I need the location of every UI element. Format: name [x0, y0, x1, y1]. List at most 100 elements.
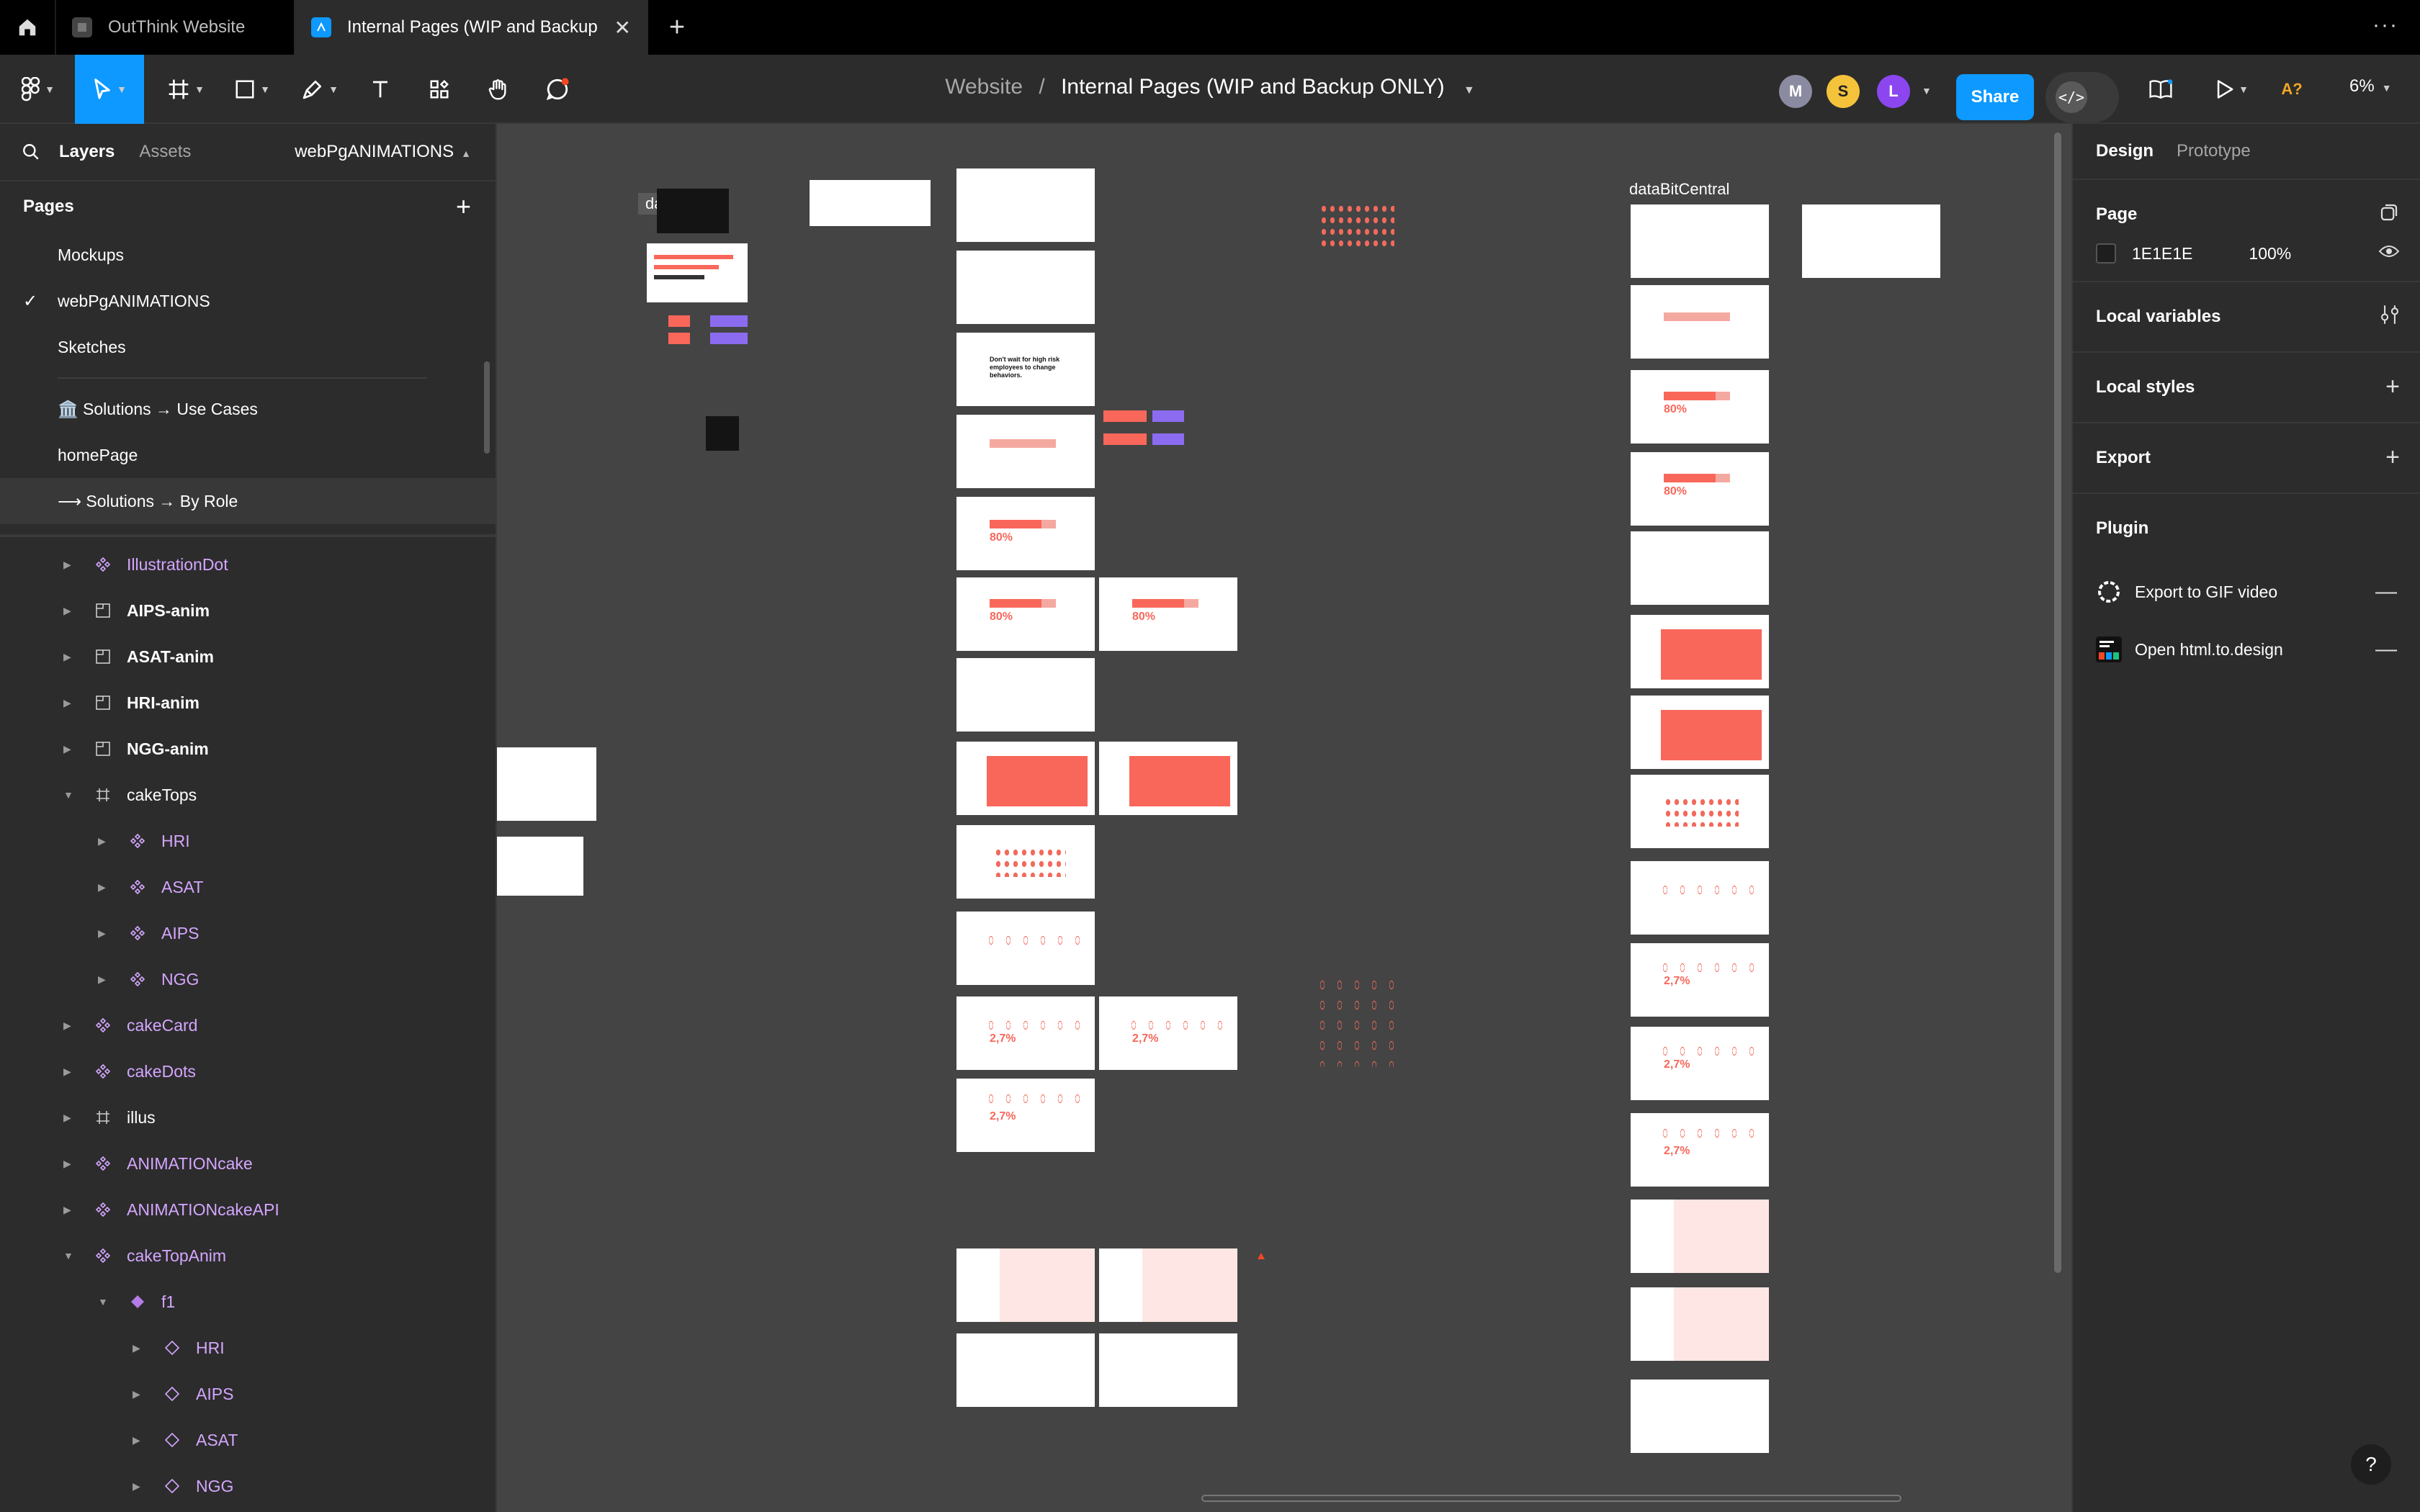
add-export-button[interactable]: + — [2385, 444, 2400, 472]
layer-row[interactable]: ▶ HRI — [0, 818, 496, 864]
dot-grid[interactable] — [1319, 203, 1394, 251]
layer-row[interactable]: ▶ ANIMATIONcakeAPI — [0, 1187, 496, 1233]
artboard[interactable] — [668, 315, 690, 327]
layer-row[interactable]: ▶ AIPS-anim — [0, 588, 496, 634]
artboard-dots[interactable] — [956, 825, 1095, 899]
artboard-people[interactable]: 2,7% — [1631, 943, 1769, 1017]
caret-right-icon[interactable]: ▶ — [63, 1204, 71, 1216]
tab-layers[interactable]: Layers — [59, 142, 115, 162]
marker-icon[interactable] — [1258, 1253, 1265, 1259]
artboard[interactable] — [706, 416, 739, 451]
page-item[interactable]: ⟶ Solutions → By Role — [0, 478, 496, 524]
artboard-stat[interactable]: 80% — [1099, 577, 1237, 651]
artboard-data-dark[interactable] — [657, 189, 729, 233]
breadcrumb-project[interactable]: Website — [945, 75, 1023, 99]
avatar-s[interactable]: S — [1827, 75, 1860, 108]
caret-right-icon[interactable]: ▶ — [63, 1066, 71, 1078]
layer-row[interactable]: ▶ cakeDots — [0, 1048, 496, 1094]
artboard[interactable] — [1631, 204, 1769, 278]
page-fill-row[interactable]: 1E1E1E 100% — [2096, 235, 2400, 281]
caret-right-icon[interactable]: ▶ — [133, 1342, 140, 1354]
caret-right-icon[interactable]: ▶ — [133, 1480, 140, 1493]
people-grid[interactable] — [1314, 975, 1399, 1067]
bar-sample[interactable] — [1103, 410, 1147, 422]
avatar-m[interactable]: M — [1779, 75, 1812, 108]
frame-label-databitcentral[interactable]: dataBitCentral — [1629, 180, 1729, 199]
caret-right-icon[interactable]: ▶ — [63, 651, 71, 663]
artboard-coral-block[interactable] — [1099, 742, 1237, 815]
chevron-down-icon[interactable]: ▼ — [1922, 85, 1932, 96]
artboard-people[interactable]: 2,7% — [956, 996, 1095, 1070]
artboard[interactable] — [1631, 1287, 1769, 1361]
remove-plugin-button[interactable]: — — [2375, 637, 2397, 662]
home-button[interactable] — [0, 0, 56, 55]
caret-right-icon[interactable]: ▶ — [98, 927, 106, 940]
artboard-people[interactable]: 2,7% — [1631, 1027, 1769, 1100]
ask-ai-button[interactable]: A? — [2269, 55, 2315, 124]
caret-right-icon[interactable]: ▶ — [63, 605, 71, 617]
artboard-people[interactable]: 2,7% — [1631, 1113, 1769, 1187]
sliders-icon[interactable] — [2380, 304, 2400, 332]
library-button[interactable] — [2142, 55, 2179, 124]
artboard-people[interactable] — [1631, 861, 1769, 935]
artboard[interactable] — [1099, 1333, 1237, 1407]
main-menu-button[interactable]: ▼ — [16, 55, 60, 124]
caret-down-icon[interactable]: ▼ — [98, 1296, 108, 1308]
plugin-html-to-design[interactable]: Open html.to.design — — [2096, 621, 2397, 678]
layer-row[interactable]: ▶ NGG-anim — [0, 726, 496, 772]
layer-row[interactable]: ▶ ASAT-anim — [0, 634, 496, 680]
artboard-stat[interactable]: 80% — [956, 497, 1095, 570]
layer-row[interactable]: ▶ AIPS — [0, 910, 496, 956]
eye-icon[interactable] — [2378, 243, 2400, 264]
layer-row[interactable]: ▶ NGG — [0, 1463, 496, 1509]
caret-right-icon[interactable]: ▶ — [63, 1020, 71, 1032]
layer-row[interactable]: ▶ cakeCard — [0, 1002, 496, 1048]
layer-row[interactable]: ▶ ASAT — [0, 1417, 496, 1463]
layer-row[interactable]: ▶ AIPS — [0, 1371, 496, 1417]
artboard-dots[interactable] — [1631, 775, 1769, 848]
artboard-people[interactable]: 2,7% — [1099, 996, 1237, 1070]
hand-tool[interactable] — [478, 55, 519, 124]
share-button[interactable]: Share — [1956, 74, 2034, 120]
artboard[interactable] — [956, 1333, 1095, 1407]
artboard[interactable] — [956, 251, 1095, 324]
caret-right-icon[interactable]: ▶ — [63, 1158, 71, 1170]
pages-scrollbar[interactable] — [484, 361, 490, 454]
avatar-l[interactable]: L — [1877, 75, 1910, 108]
caret-down-icon[interactable]: ▼ — [63, 789, 73, 801]
artboard[interactable] — [710, 315, 748, 327]
layer-row[interactable]: ▶ HRI — [0, 1325, 496, 1371]
bar-sample[interactable] — [1152, 433, 1184, 445]
artboard[interactable] — [810, 180, 931, 226]
swap-icon[interactable] — [2378, 202, 2400, 230]
caret-right-icon[interactable]: ▶ — [63, 697, 71, 709]
layer-row[interactable]: ▶ NGG — [0, 956, 496, 1002]
artboard-thumbnail[interactable] — [497, 747, 596, 821]
local-variables-title[interactable]: Local variables — [2096, 282, 2397, 351]
page-item[interactable]: Mockups — [0, 232, 496, 278]
layer-row[interactable]: ▶ illus — [0, 1094, 496, 1140]
remove-plugin-button[interactable]: — — [2375, 580, 2397, 604]
page-opacity[interactable]: 100% — [2249, 244, 2291, 264]
artboard[interactable] — [710, 333, 748, 344]
present-button[interactable]: ▼ — [2207, 55, 2257, 124]
search-icon[interactable] — [22, 143, 40, 161]
dev-mode-toggle[interactable]: </> — [2045, 72, 2119, 122]
canvas[interactable]: data Don't wait for high risk employees … — [497, 124, 2071, 1512]
shape-tool[interactable]: ▼ — [225, 55, 279, 124]
caret-right-icon[interactable]: ▶ — [98, 973, 106, 986]
artboard[interactable] — [1631, 531, 1769, 605]
artboard[interactable] — [1631, 1380, 1769, 1453]
layer-row[interactable]: ▼ f1 — [0, 1279, 496, 1325]
chevron-down-icon[interactable]: ▼ — [1464, 84, 1475, 96]
move-tool[interactable]: ▼ — [75, 55, 144, 124]
caret-right-icon[interactable]: ▶ — [133, 1434, 140, 1446]
artboard-thumbnail[interactable] — [497, 837, 583, 896]
artboard-people[interactable]: 2,7% — [956, 1079, 1095, 1152]
canvas-vertical-scrollbar[interactable] — [2054, 132, 2061, 1273]
caret-right-icon[interactable]: ▶ — [63, 559, 71, 571]
canvas-horizontal-scrollbar[interactable] — [1201, 1495, 1901, 1502]
more-options-icon[interactable]: ··· — [2372, 13, 2398, 37]
artboard-coral-block[interactable] — [1631, 615, 1769, 688]
artboard[interactable] — [1802, 204, 1940, 278]
